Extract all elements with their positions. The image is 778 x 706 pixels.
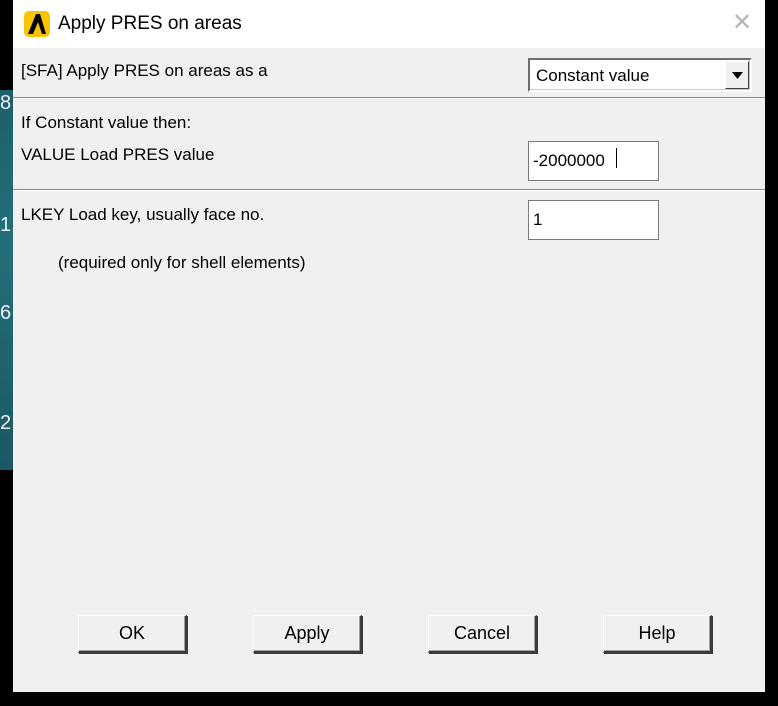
ansys-logo-icon: [24, 11, 50, 37]
help-button[interactable]: Help: [603, 615, 712, 653]
dropdown-arrow-button[interactable]: [725, 61, 749, 89]
lkey-note: (required only for shell elements): [58, 253, 306, 272]
close-icon: ✕: [731, 9, 753, 36]
node-number: 2: [0, 412, 12, 434]
background-model-view: 8 1 6 2: [0, 90, 14, 470]
close-button[interactable]: ✕: [727, 8, 757, 38]
window-title: Apply PRES on areas: [58, 13, 242, 34]
lkey-input[interactable]: [528, 200, 659, 240]
text-caret: [616, 148, 617, 168]
section-divider: [13, 97, 765, 99]
ok-button[interactable]: OK: [78, 615, 187, 653]
if-constant-label: If Constant value then:: [21, 113, 192, 132]
chevron-down-icon: [732, 72, 743, 79]
value-input[interactable]: [528, 141, 659, 181]
section-divider: [13, 189, 765, 191]
window-shadow: [765, 0, 778, 706]
title-bar[interactable]: Apply PRES on areas ✕: [13, 0, 765, 48]
apply-as-dropdown[interactable]: Constant value: [528, 58, 752, 92]
apply-pres-dialog: Apply PRES on areas ✕ [SFA] Apply PRES o…: [13, 0, 765, 692]
apply-button[interactable]: Apply: [253, 615, 362, 653]
cancel-button[interactable]: Cancel: [428, 615, 537, 653]
node-number: 1: [0, 214, 12, 236]
apply-as-label: [SFA] Apply PRES on areas as a: [21, 61, 268, 80]
apply-as-selected-value: Constant value: [536, 66, 650, 85]
lkey-label: LKEY Load key, usually face no.: [21, 205, 265, 224]
node-number: 8: [0, 92, 12, 114]
value-label: VALUE Load PRES value: [21, 145, 215, 164]
node-number: 6: [0, 302, 12, 324]
